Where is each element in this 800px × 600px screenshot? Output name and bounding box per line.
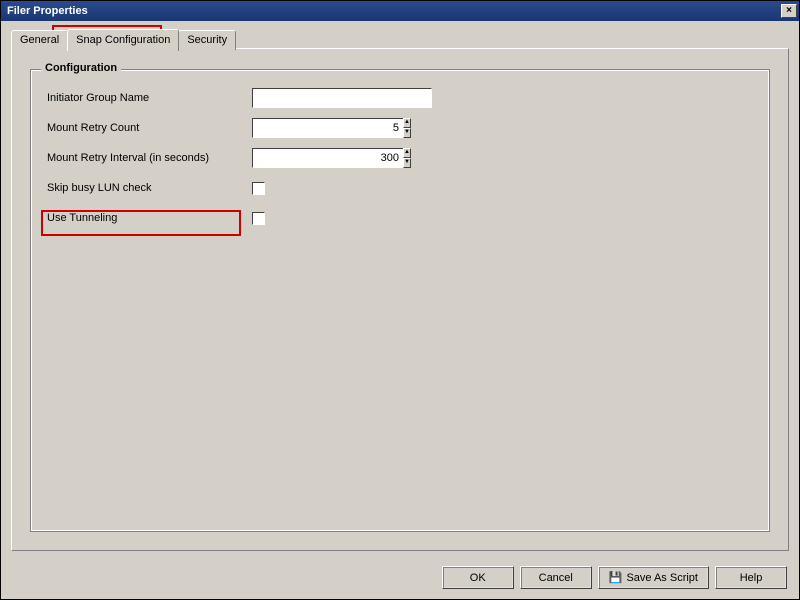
mount-retry-count-input[interactable] <box>252 118 403 138</box>
mount-retry-interval-down[interactable]: ▼ <box>403 158 411 168</box>
skip-busy-lun-label: Skip busy LUN check <box>47 182 252 194</box>
mount-retry-count-up[interactable]: ▲ <box>403 118 411 128</box>
save-icon: 💾 <box>609 571 623 584</box>
mount-retry-count-label: Mount Retry Count <box>47 122 252 134</box>
mount-retry-interval-stepper: ▲ ▼ <box>252 148 352 168</box>
ok-button[interactable]: OK <box>442 566 514 589</box>
mount-retry-interval-up[interactable]: ▲ <box>403 148 411 158</box>
use-tunneling-label: Use Tunneling <box>47 212 252 224</box>
tab-snap-configuration[interactable]: Snap Configuration <box>67 29 179 51</box>
titlebar: Filer Properties × <box>1 1 799 21</box>
row-use-tunneling: Use Tunneling <box>47 208 753 228</box>
initiator-group-input[interactable] <box>252 88 432 108</box>
configuration-group: Configuration Initiator Group Name Mount… <box>30 69 770 532</box>
tab-panel: Configuration Initiator Group Name Mount… <box>11 48 789 551</box>
mount-retry-count-stepper: ▲ ▼ <box>252 118 352 138</box>
close-button[interactable]: × <box>781 4 797 18</box>
help-button[interactable]: Help <box>715 566 787 589</box>
close-icon: × <box>786 5 792 16</box>
tab-security[interactable]: Security <box>178 30 236 50</box>
row-mount-retry-count: Mount Retry Count ▲ ▼ <box>47 118 753 138</box>
save-as-script-label: Save As Script <box>626 572 698 584</box>
mount-retry-interval-input[interactable] <box>252 148 403 168</box>
skip-busy-lun-checkbox[interactable] <box>252 182 265 195</box>
button-bar: OK Cancel 💾 Save As Script Help <box>442 566 787 589</box>
cancel-button[interactable]: Cancel <box>520 566 592 589</box>
window-title: Filer Properties <box>7 5 88 17</box>
group-legend: Configuration <box>41 62 121 74</box>
row-mount-retry-interval: Mount Retry Interval (in seconds) ▲ ▼ <box>47 148 753 168</box>
mount-retry-count-down[interactable]: ▼ <box>403 128 411 138</box>
row-initiator-group: Initiator Group Name <box>47 88 753 108</box>
mount-retry-interval-label: Mount Retry Interval (in seconds) <box>47 152 252 164</box>
initiator-group-label: Initiator Group Name <box>47 92 252 104</box>
save-as-script-button[interactable]: 💾 Save As Script <box>598 566 709 589</box>
use-tunneling-checkbox[interactable] <box>252 212 265 225</box>
client-area: General Snap Configuration Security Conf… <box>1 21 799 599</box>
tab-strip: General Snap Configuration Security <box>11 29 235 50</box>
tab-general[interactable]: General <box>11 30 68 50</box>
dialog-window: Filer Properties × General Snap Configur… <box>0 0 800 600</box>
row-skip-busy-lun: Skip busy LUN check <box>47 178 753 198</box>
